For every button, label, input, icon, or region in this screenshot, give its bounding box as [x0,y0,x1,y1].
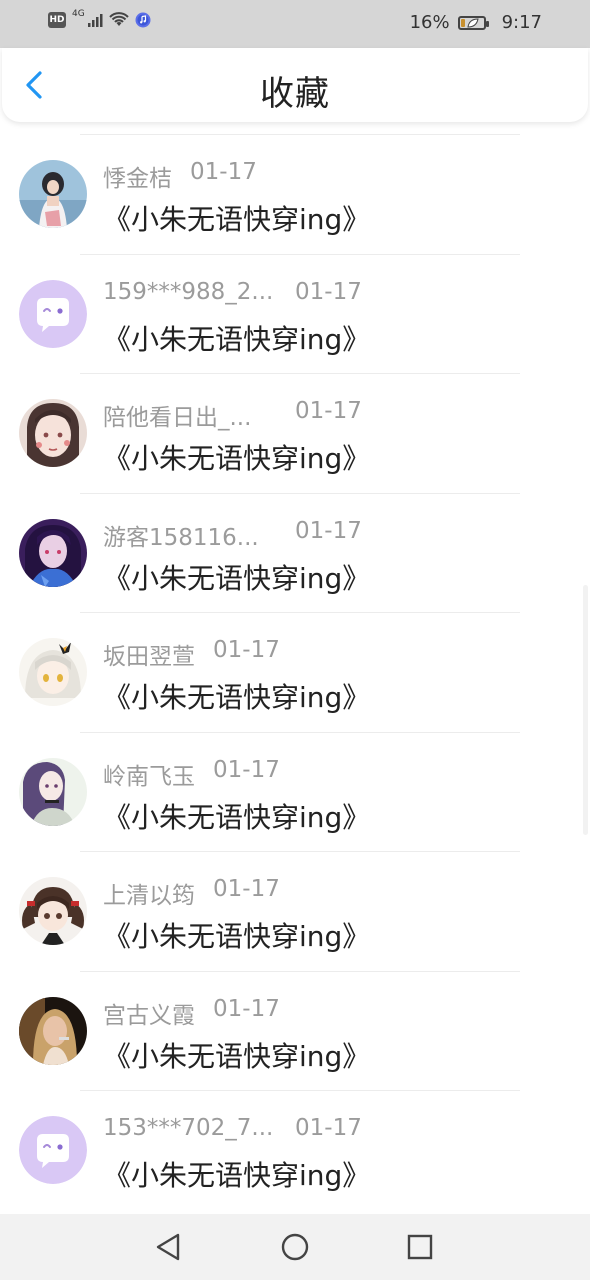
user-name: 153***702_7... [103,1115,274,1141]
item-meta: 坂田翌萱 01-17 [103,637,280,670]
divider [80,612,520,613]
divider [80,134,520,135]
page-title: 收藏 [260,74,330,114]
list-item[interactable]: 宫古义霞 01-17 《小朱无语快穿ing》 [0,970,590,1091]
favorites-list: 悸金桔 01-17 《小朱无语快穿ing》 159***988_2... 01-17… [0,134,590,1210]
avatar[interactable] [19,877,87,945]
item-meta: 悸金桔 01-17 [103,159,257,192]
book-title[interactable]: 《小朱无语快穿ing》 [103,1154,370,1194]
date-label: 01-17 [295,398,362,424]
app-screen: HD 4G 16% 9:17 收藏 悸金桔 01-17 《小朱无语快穿ing》 … [0,0,590,1280]
user-name: 岭南飞玉 [103,763,195,790]
signal-icon [87,14,103,27]
item-meta: 陪他看日出_... 01-17 [103,398,362,431]
date-label: 01-17 [295,517,362,544]
user-name: 陪他看日出_... [103,405,252,431]
book-title[interactable]: 《小朱无语快穿ing》 [103,437,370,477]
date-label: 01-17 [213,995,280,1022]
book-title[interactable]: 《小朱无语快穿ing》 [103,557,370,597]
user-name: 游客158116... [103,524,259,551]
status-right: 16% 9:17 [410,12,542,33]
item-meta: 宫古义霞 01-17 [103,995,280,1029]
divider [80,253,520,255]
photo-girl-blonde-avatar [19,996,87,1065]
chat-bubble-icon [19,279,87,348]
triangle-back-icon[interactable] [152,1230,186,1264]
user-name: 坂田翌萱 [103,644,195,670]
book-title[interactable]: 《小朱无语快穿ing》 [103,676,370,716]
chat-bubble-icon [19,1116,87,1184]
clock: 9:17 [501,12,542,33]
user-name: 159***988_2... [103,278,274,305]
photo-girl-lake-avatar [19,160,87,228]
divider [80,1090,520,1091]
book-title[interactable]: 《小朱无语快穿ing》 [103,318,370,358]
book-title[interactable]: 《小朱无语快穿ing》 [103,1035,370,1075]
network-label: 4G [72,9,85,19]
item-meta: 岭南飞玉 01-17 [103,756,280,790]
music-app-icon [135,12,151,28]
divider [80,731,520,733]
book-title[interactable]: 《小朱无语快穿ing》 [103,915,370,955]
hd-badge: HD [48,12,66,28]
item-meta: 上清以筠 01-17 [103,876,280,909]
date-label: 01-17 [213,876,280,902]
battery-percent: 16% [409,12,450,33]
avatar[interactable] [19,638,87,706]
list-item[interactable]: 岭南飞玉 01-17 《小朱无语快穿ing》 [0,731,590,852]
anime-boy-purple-avatar [19,518,87,587]
anime-girl-white-hair-avatar [19,638,87,706]
anime-girl-flowers-avatar [19,399,87,467]
header: 收藏 [2,48,588,122]
list-item[interactable]: 159***988_2... 01-17 《小朱无语快穿ing》 [0,253,590,374]
date-label: 01-17 [213,637,280,663]
battery-icon [457,15,489,30]
divider [80,373,520,374]
divider [80,492,520,494]
list-item[interactable]: 陪他看日出_... 01-17 《小朱无语快穿ing》 [0,373,590,493]
wifi-icon [108,12,129,26]
item-meta: 153***702_7... 01-17 [103,1115,362,1145]
user-name: 上清以筠 [103,883,195,909]
date-label: 01-17 [213,756,280,783]
anime-girl-choker-avatar [19,757,87,826]
circle-home-icon[interactable] [278,1230,312,1264]
date-label: 01-17 [295,278,362,305]
system-nav-bar [0,1214,590,1280]
book-title[interactable]: 《小朱无语快穿ing》 [103,198,370,238]
list-item[interactable]: 153***702_7... 01-17 《小朱无语快穿ing》 [0,1090,590,1210]
book-title[interactable]: 《小朱无语快穿ing》 [103,796,370,836]
date-label: 01-17 [295,1115,362,1141]
avatar[interactable] [19,1116,87,1184]
scrollbar[interactable] [583,585,588,835]
list-item[interactable]: 坂田翌萱 01-17 《小朱无语快穿ing》 [0,612,590,732]
avatar[interactable] [19,757,87,826]
avatar[interactable] [19,996,87,1065]
user-name: 宫古义霞 [103,1002,195,1029]
date-label: 01-17 [190,159,257,185]
avatar[interactable] [19,160,87,228]
list-item[interactable]: 悸金桔 01-17 《小朱无语快穿ing》 [0,134,590,254]
item-meta: 游客158116... 01-17 [103,517,362,551]
avatar[interactable] [19,518,87,587]
item-meta: 159***988_2... 01-17 [103,279,362,309]
user-name: 悸金桔 [103,166,172,192]
divider [80,970,520,972]
list-item[interactable]: 上清以筠 01-17 《小朱无语快穿ing》 [0,851,590,971]
status-bar: HD 4G 16% 9:17 [0,0,590,48]
divider [80,851,520,852]
square-recents-icon[interactable] [403,1230,437,1264]
anime-girl-twintails-avatar [19,877,87,945]
battery-fill [460,18,465,27]
leaf-icon [466,17,479,28]
avatar[interactable] [19,399,87,467]
status-left: HD 4G [48,9,151,28]
list-item[interactable]: 游客158116... 01-17 《小朱无语快穿ing》 [0,492,590,613]
avatar[interactable] [19,279,87,348]
